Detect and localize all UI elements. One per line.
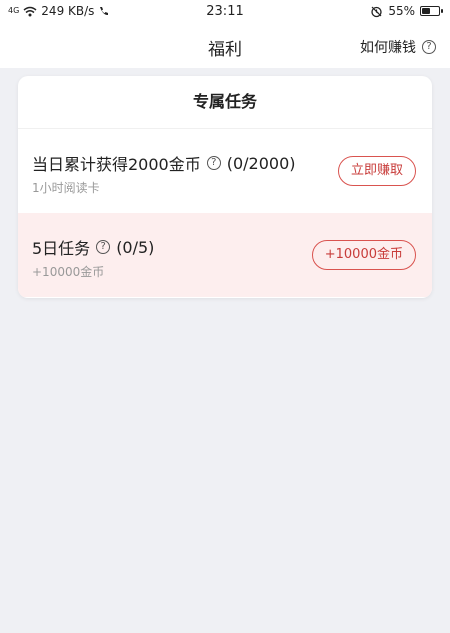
task-title: 当日累计获得2000金币 <box>32 155 201 174</box>
exclusive-tasks-card: 专属任务 当日累计获得2000金币 ? (0/2000) 1小时阅读卡 立即赚取… <box>18 76 432 298</box>
question-icon: ? <box>422 40 436 54</box>
task-title: 5日任务 <box>32 239 91 258</box>
task-subtitle: 1小时阅读卡 <box>32 181 100 195</box>
question-icon[interactable]: ? <box>96 240 111 254</box>
alarm-icon <box>370 5 383 18</box>
task-progress: (0/5) <box>116 237 155 257</box>
task-item: 当日累计获得2000金币 ? (0/2000) 1小时阅读卡 立即赚取 <box>18 129 432 213</box>
task-name: 5日任务 ? (0/5) <box>32 235 154 259</box>
task-subtitle: +10000金币 <box>32 265 105 279</box>
question-icon[interactable]: ? <box>206 156 221 170</box>
how-to-earn-label: 如何赚钱 <box>360 40 416 56</box>
battery-fill <box>422 8 431 14</box>
status-bar: 4G 249 KB/s 23:11 55% <box>0 0 450 24</box>
task-progress: (0/2000) <box>226 153 296 173</box>
nav-bar: 福利 如何赚钱 ? <box>0 24 450 68</box>
earn-now-button[interactable]: 立即赚取 <box>337 156 416 186</box>
task-name: 当日累计获得2000金币 ? (0/2000) <box>32 151 296 175</box>
battery-percent: 55% <box>388 4 415 18</box>
battery-icon <box>420 6 443 16</box>
how-to-earn-link[interactable]: 如何赚钱 ? <box>360 37 436 57</box>
card-title: 专属任务 <box>18 76 432 129</box>
task-item: 5日任务 ? (0/5) +10000金币 +10000金币 <box>18 213 432 297</box>
reward-button[interactable]: +10000金币 <box>311 240 416 270</box>
status-right: 55% <box>370 4 443 18</box>
